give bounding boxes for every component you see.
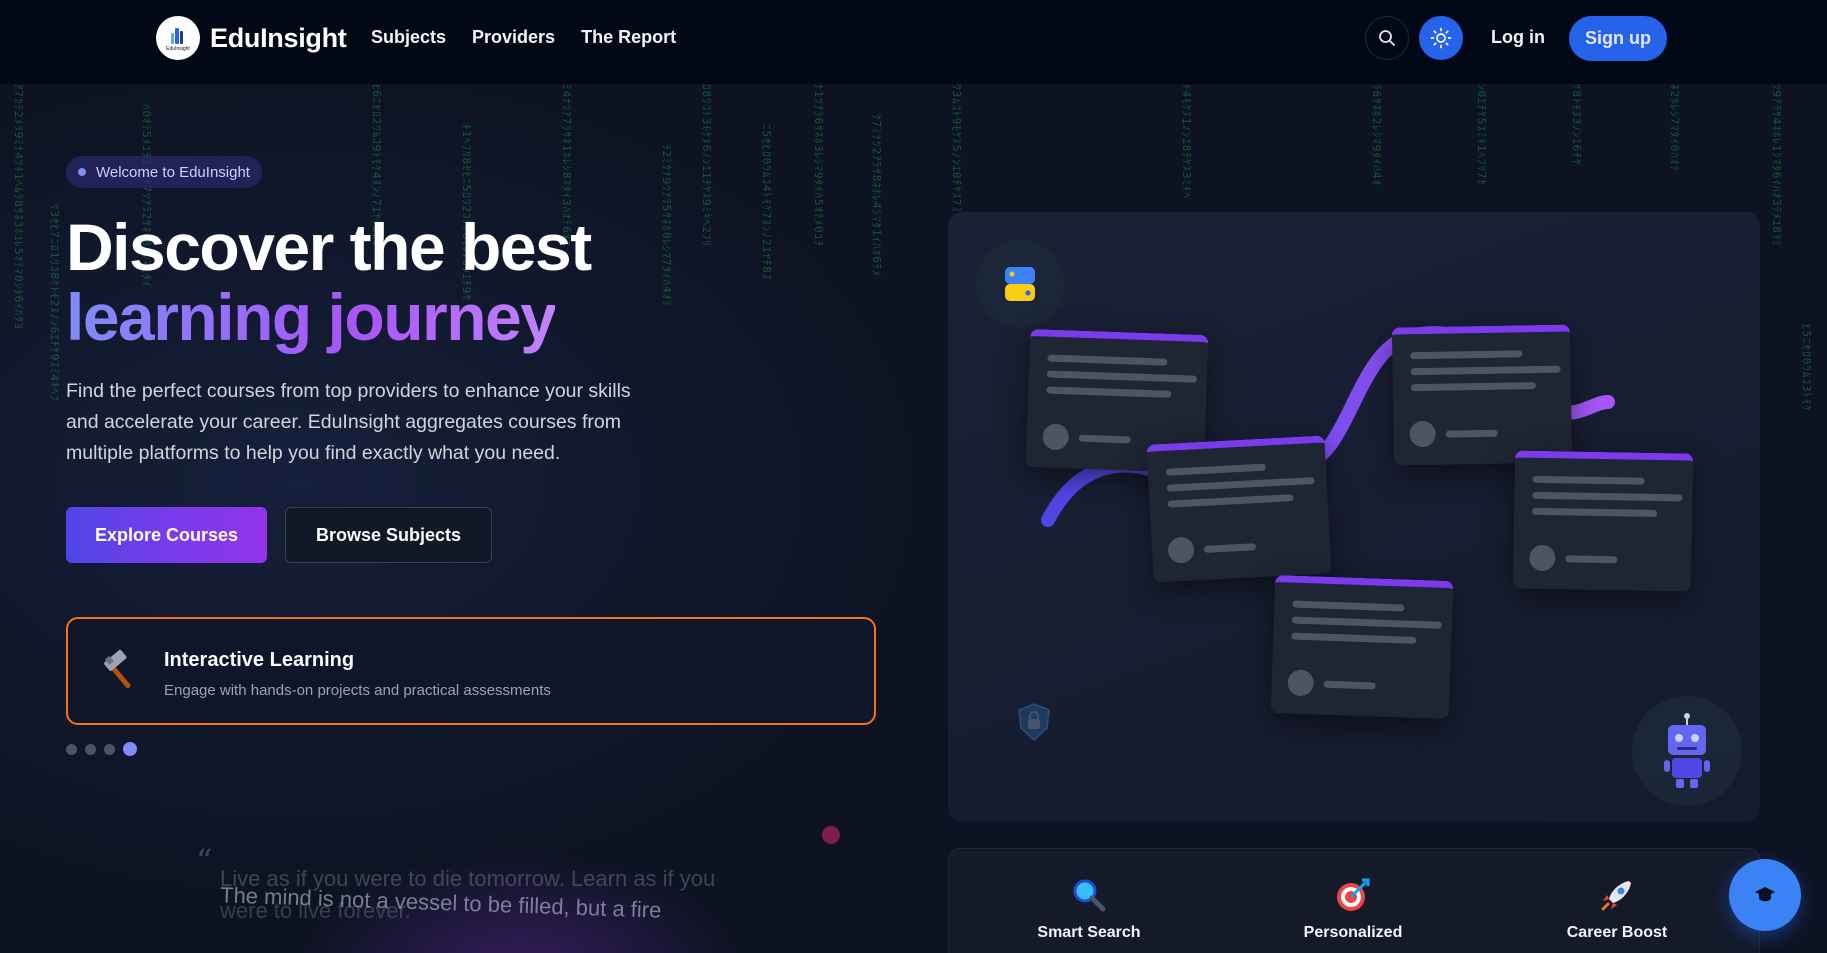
graduation-cap-icon bbox=[1755, 887, 1775, 902]
brand-name: EduInsight bbox=[210, 22, 347, 53]
nav-link-providers[interactable]: Providers bbox=[472, 27, 555, 48]
carousel-dot-3[interactable] bbox=[104, 743, 115, 755]
hero-title-line1: Discover the best bbox=[66, 210, 592, 284]
hero-description: Find the perfect courses from top provid… bbox=[66, 380, 631, 464]
welcome-badge: Welcome to EduInsight bbox=[66, 156, 262, 188]
browse-subjects-button[interactable]: Browse Subjects bbox=[285, 507, 492, 563]
nav-link-subjects[interactable]: Subjects bbox=[371, 27, 446, 48]
quote-mark-icon: “ bbox=[196, 842, 213, 880]
magnifier-icon bbox=[1073, 879, 1106, 912]
sun-icon bbox=[1430, 27, 1452, 49]
carousel-dot-2[interactable] bbox=[85, 743, 96, 755]
rocket-icon bbox=[1601, 881, 1631, 911]
badge-dot bbox=[78, 168, 86, 176]
feature-card-interactive-learning[interactable]: Interactive Learning Engage with hands-o… bbox=[66, 617, 876, 725]
features-strip: Smart Search Personalized Career Boost bbox=[948, 848, 1760, 953]
logo-book-icon: EduInsight bbox=[166, 28, 190, 52]
main-nav: Subjects Providers The Report bbox=[371, 27, 676, 48]
learning-path-illustration bbox=[948, 212, 1760, 822]
logo-mark: EduInsight bbox=[156, 16, 200, 60]
nav-link-the-report[interactable]: The Report bbox=[581, 27, 676, 48]
brand-logo[interactable]: EduInsight EduInsight bbox=[156, 16, 347, 60]
feature-description: Engage with hands-on projects and practi… bbox=[164, 682, 551, 699]
search-icon bbox=[1379, 30, 1395, 46]
stat-label: Personalized bbox=[1303, 924, 1403, 941]
stat-label: Career Boost bbox=[1566, 924, 1668, 941]
explore-courses-button[interactable]: Explore Courses bbox=[66, 507, 267, 563]
stat-career-boost: Career Boost bbox=[1527, 877, 1707, 942]
hero-title: Discover the best learning journey bbox=[66, 210, 592, 354]
login-link[interactable]: Log in bbox=[1491, 27, 1545, 48]
hero-title-line2: learning journey bbox=[66, 280, 557, 354]
floating-bubble-shield bbox=[1008, 696, 1060, 748]
carousel-dot-1[interactable] bbox=[66, 743, 77, 755]
course-card-4 bbox=[1512, 450, 1694, 592]
shield-lock-icon bbox=[1018, 703, 1050, 742]
course-card-3 bbox=[1391, 324, 1573, 466]
stat-smart-search: Smart Search bbox=[999, 877, 1179, 942]
carousel-dots bbox=[66, 742, 137, 756]
carousel-dot-4[interactable] bbox=[123, 742, 137, 756]
robot-icon bbox=[1664, 713, 1710, 788]
feature-title: Interactive Learning bbox=[164, 649, 355, 671]
course-card-5 bbox=[1270, 574, 1454, 720]
python-icon bbox=[1005, 267, 1035, 301]
stat-label: Smart Search bbox=[1037, 924, 1141, 941]
stat-personalized: Personalized bbox=[1263, 877, 1443, 942]
search-button[interactable] bbox=[1365, 16, 1409, 60]
floating-bubble-python bbox=[976, 240, 1064, 328]
badge-text: Welcome to EduInsight bbox=[96, 163, 250, 181]
hammer-icon bbox=[104, 649, 131, 689]
target-icon bbox=[1337, 878, 1370, 911]
theme-toggle-button[interactable] bbox=[1419, 16, 1463, 60]
signup-button[interactable]: Sign up bbox=[1569, 16, 1667, 61]
svg-text:EduInsight: EduInsight bbox=[166, 46, 190, 52]
floating-help-button[interactable] bbox=[1729, 859, 1801, 931]
decorative-dot bbox=[822, 826, 840, 844]
top-navbar: EduInsight EduInsight Subjects Providers… bbox=[0, 0, 1827, 84]
course-card-2 bbox=[1146, 435, 1332, 583]
floating-bubble-robot bbox=[1632, 696, 1742, 806]
